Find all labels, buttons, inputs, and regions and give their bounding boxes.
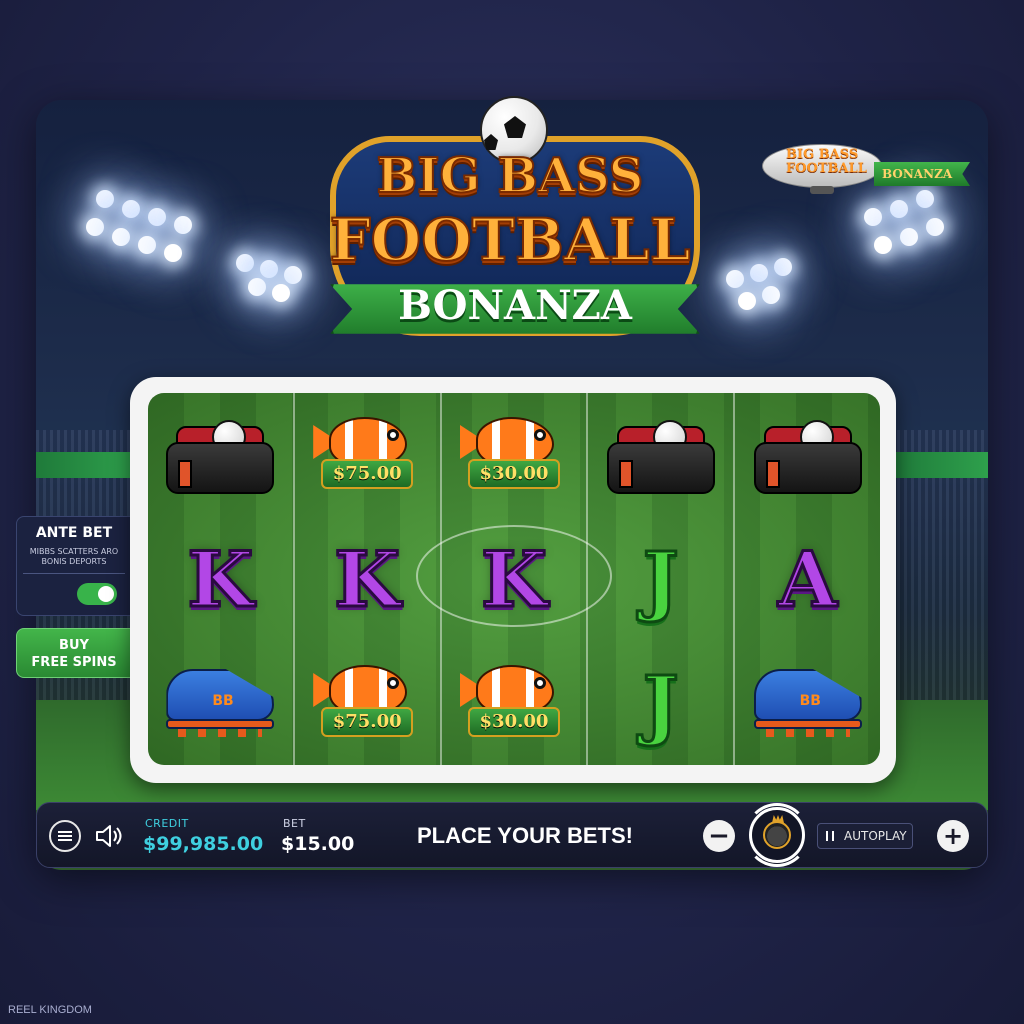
- autoplay-label: AUTOPLAY: [844, 829, 907, 843]
- kit-bag-icon: [606, 416, 715, 494]
- letter-symbol: K: [186, 533, 255, 625]
- clownfish-icon: $75.00: [311, 413, 423, 497]
- boot-logo: BB: [799, 693, 821, 709]
- reel-cell: K: [295, 517, 440, 641]
- increase-bet-button[interactable]: +: [937, 820, 969, 852]
- toggle-knob: [98, 586, 114, 602]
- reel-cell: BB: [735, 641, 880, 765]
- blimp-gondola: [810, 186, 834, 194]
- reel-cell: K: [442, 517, 587, 641]
- logo-title-line1: BIG BASS: [376, 147, 645, 205]
- bet-label: BET: [283, 817, 306, 830]
- status-message: PLACE YOUR BETS!: [417, 823, 633, 848]
- reel-cell: $75.00: [295, 641, 440, 765]
- stadium-banner-right: [892, 452, 988, 478]
- reel-cell: $30.00: [442, 393, 587, 517]
- floodlights-left: [86, 190, 246, 270]
- credit-label: CREDIT: [145, 817, 189, 830]
- blimp-icon: BIG BASS FOOTBALL BONANZA: [762, 140, 972, 210]
- clownfish-icon: $75.00: [311, 661, 423, 745]
- reel-cell: [735, 393, 880, 517]
- clownfish-icon: $30.00: [458, 661, 570, 745]
- letter-symbol: J: [641, 533, 680, 625]
- bet-value: $15.00: [281, 833, 355, 855]
- control-bar: CREDIT $99,985.00 BET $15.00 PLACE YOUR …: [36, 802, 988, 868]
- menu-button[interactable]: [49, 820, 81, 852]
- spin-button[interactable]: [745, 803, 809, 867]
- letter-symbol: J: [641, 657, 680, 749]
- football-boot-icon: BB: [750, 663, 866, 743]
- pause-icon: [826, 831, 834, 841]
- kit-bag-icon: [753, 416, 862, 494]
- game-logo: BIG BASS FOOTBALL BONANZA: [310, 96, 730, 376]
- free-spins-label: FREE SPINS: [31, 655, 117, 670]
- ante-bet-title: ANTE BET: [35, 525, 113, 541]
- buy-free-spins-button[interactable]: BUY FREE SPINS: [16, 628, 132, 678]
- fish-value-label: $30.00: [467, 707, 560, 737]
- reel-3: $30.00 K $30.00: [442, 393, 589, 765]
- ante-bet-description: MIBBS SCATTERS ARO BONIS DEPORTS: [29, 547, 119, 566]
- reel-4: JJ: [588, 393, 736, 765]
- letter-symbol: K: [479, 533, 548, 625]
- ante-bet-toggle[interactable]: [77, 583, 117, 605]
- fish-value-label: $75.00: [321, 459, 414, 489]
- reel-2: $75.00 K $75.00: [295, 393, 442, 765]
- reel-cell: J: [588, 641, 733, 765]
- reel-cell: K: [148, 517, 293, 641]
- autoplay-button[interactable]: AUTOPLAY: [817, 823, 913, 849]
- reel-cell: A: [735, 517, 880, 641]
- football-boot-icon: BB: [162, 663, 278, 743]
- reels-frame: K BB $75.00 K $75.00 $30.00 K $30.00 J J A BB: [130, 377, 896, 783]
- ante-bet-panel: ANTE BET MIBBS SCATTERS ARO BONIS DEPORT…: [16, 516, 132, 616]
- blimp-text: BIG BASS FOOTBALL: [786, 147, 867, 176]
- reel-cell: [148, 393, 293, 517]
- floodlights-right-2: [726, 258, 806, 310]
- reel-1: K BB: [148, 393, 295, 765]
- logo-title-line3: BONANZA: [398, 282, 632, 329]
- menu-icon: [58, 831, 72, 841]
- reel-grid: K BB $75.00 K $75.00 $30.00 K $30.00 J J A BB: [148, 393, 880, 765]
- reel-cell: $75.00: [295, 393, 440, 517]
- blimp-banner: BONANZA: [874, 162, 970, 186]
- decrease-bet-button[interactable]: −: [703, 820, 735, 852]
- brand-label: REEL KINGDOM: [8, 1004, 92, 1016]
- boot-logo: BB: [212, 693, 234, 709]
- buy-label: BUY: [59, 638, 89, 653]
- fish-value-label: $75.00: [321, 707, 414, 737]
- reel-cell: $30.00: [442, 641, 587, 765]
- letter-symbol: A: [777, 533, 839, 625]
- logo-title-line2: FOOTBALL: [329, 205, 692, 275]
- kit-bag-icon: [166, 416, 275, 494]
- divider: [23, 573, 125, 574]
- reel-cell: BB: [148, 641, 293, 765]
- clownfish-icon: $30.00: [458, 413, 570, 497]
- letter-symbol: K: [333, 533, 402, 625]
- credit-value: $99,985.00: [143, 833, 264, 855]
- reel-cell: J: [588, 517, 733, 641]
- stadium-banner-left: [36, 452, 132, 478]
- reel-5: A BB: [735, 393, 880, 765]
- floodlights-left-2: [236, 254, 316, 304]
- reel-cell: [588, 393, 733, 517]
- sound-icon[interactable]: [93, 821, 123, 851]
- fish-value-label: $30.00: [467, 459, 560, 489]
- spin-icon: [763, 821, 791, 849]
